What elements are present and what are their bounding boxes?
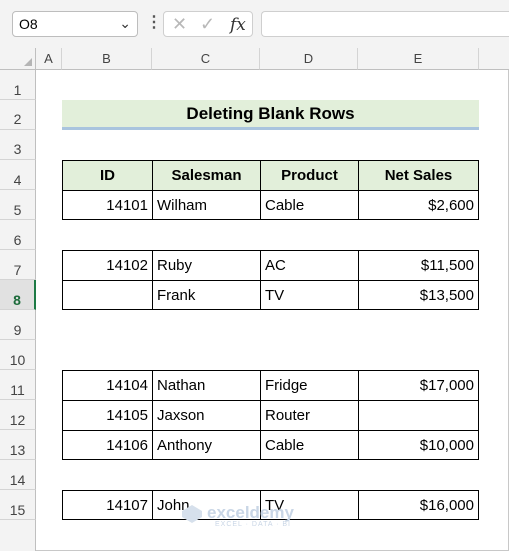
row-header-10[interactable]: 10 bbox=[0, 340, 36, 370]
row-header-14[interactable]: 14 bbox=[0, 460, 36, 490]
cell-salesman[interactable]: Nathan bbox=[152, 370, 260, 400]
formula-controls: ✕ ✓ fx bbox=[163, 11, 253, 37]
cell-net-sales[interactable]: $10,000 bbox=[358, 430, 479, 460]
cell-product[interactable]: AC bbox=[260, 250, 358, 280]
watermark-tagline: EXCEL · DATA · BI bbox=[215, 521, 291, 528]
cell-net-sales[interactable]: $11,500 bbox=[358, 250, 479, 280]
select-all-icon bbox=[24, 58, 32, 66]
formula-bar: O8 ⌄ ⋮ ✕ ✓ fx bbox=[0, 0, 509, 49]
row-header-12[interactable]: 12 bbox=[0, 400, 36, 430]
row-header-9[interactable]: 9 bbox=[0, 310, 36, 340]
cell-salesman[interactable]: Jaxson bbox=[152, 400, 260, 430]
row-header-16[interactable] bbox=[0, 520, 36, 551]
row-header-2[interactable]: 2 bbox=[0, 100, 36, 130]
name-box[interactable]: O8 ⌄ bbox=[12, 11, 138, 37]
cell-id[interactable]: 14106 bbox=[62, 430, 152, 460]
row-header-15[interactable]: 15 bbox=[0, 490, 36, 520]
chevron-down-icon[interactable]: ⌄ bbox=[119, 15, 131, 32]
row-header-8[interactable]: 8 bbox=[0, 280, 36, 310]
confirm-icon[interactable]: ✓ bbox=[200, 14, 215, 35]
column-header-c[interactable]: C bbox=[152, 48, 260, 70]
cell-product[interactable]: Router bbox=[260, 400, 358, 430]
column-header-e[interactable]: E bbox=[358, 48, 479, 70]
exceldemy-logo-icon bbox=[182, 505, 202, 523]
name-box-value: O8 bbox=[19, 16, 38, 32]
cell-salesman[interactable]: Wilham bbox=[152, 190, 260, 220]
header-id[interactable]: ID bbox=[62, 160, 152, 190]
cell-salesman[interactable]: Frank bbox=[152, 280, 260, 310]
cell-id[interactable] bbox=[62, 280, 152, 310]
watermark: exceldemy EXCEL · DATA · BI bbox=[182, 503, 294, 528]
sheet-title[interactable]: Deleting Blank Rows bbox=[62, 100, 479, 130]
cell-net-sales[interactable] bbox=[358, 400, 479, 430]
cancel-icon[interactable]: ✕ bbox=[172, 14, 187, 35]
row-header-11[interactable]: 11 bbox=[0, 370, 36, 400]
column-header-f[interactable] bbox=[479, 48, 509, 70]
cell-id[interactable]: 14102 bbox=[62, 250, 152, 280]
cell-product[interactable]: Fridge bbox=[260, 370, 358, 400]
cell-id[interactable]: 14105 bbox=[62, 400, 152, 430]
row-header-6[interactable]: 6 bbox=[0, 220, 36, 250]
cell-net-sales[interactable]: $13,500 bbox=[358, 280, 479, 310]
cell-salesman[interactable]: Ruby bbox=[152, 250, 260, 280]
cell-salesman[interactable]: Anthony bbox=[152, 430, 260, 460]
row-header-4[interactable]: 4 bbox=[0, 160, 36, 190]
row-header-5[interactable]: 5 bbox=[0, 190, 36, 220]
column-header-a[interactable]: A bbox=[36, 48, 62, 70]
column-header-b[interactable]: B bbox=[62, 48, 152, 70]
row-header-7[interactable]: 7 bbox=[0, 250, 36, 280]
row-header-13[interactable]: 13 bbox=[0, 430, 36, 460]
cell-product[interactable]: TV bbox=[260, 280, 358, 310]
more-options-icon[interactable]: ⋮ bbox=[146, 12, 162, 32]
insert-function-icon[interactable]: fx bbox=[230, 15, 246, 35]
cell-id[interactable]: 14101 bbox=[62, 190, 152, 220]
watermark-name: exceldemy bbox=[207, 503, 294, 522]
header-salesman[interactable]: Salesman bbox=[152, 160, 260, 190]
cell-net-sales[interactable]: $16,000 bbox=[358, 490, 479, 520]
select-all-corner[interactable] bbox=[0, 48, 36, 70]
column-header-d[interactable]: D bbox=[260, 48, 358, 70]
cell-net-sales[interactable]: $2,600 bbox=[358, 190, 479, 220]
row-header-1[interactable]: 1 bbox=[0, 70, 36, 100]
row-header-3[interactable]: 3 bbox=[0, 130, 36, 160]
cell-net-sales[interactable]: $17,000 bbox=[358, 370, 479, 400]
cell-product[interactable]: Cable bbox=[260, 190, 358, 220]
formula-input[interactable] bbox=[261, 11, 509, 37]
cell-id[interactable]: 14104 bbox=[62, 370, 152, 400]
cell-id[interactable]: 14107 bbox=[62, 490, 152, 520]
header-net-sales[interactable]: Net Sales bbox=[358, 160, 479, 190]
cell-product[interactable]: Cable bbox=[260, 430, 358, 460]
header-product[interactable]: Product bbox=[260, 160, 358, 190]
